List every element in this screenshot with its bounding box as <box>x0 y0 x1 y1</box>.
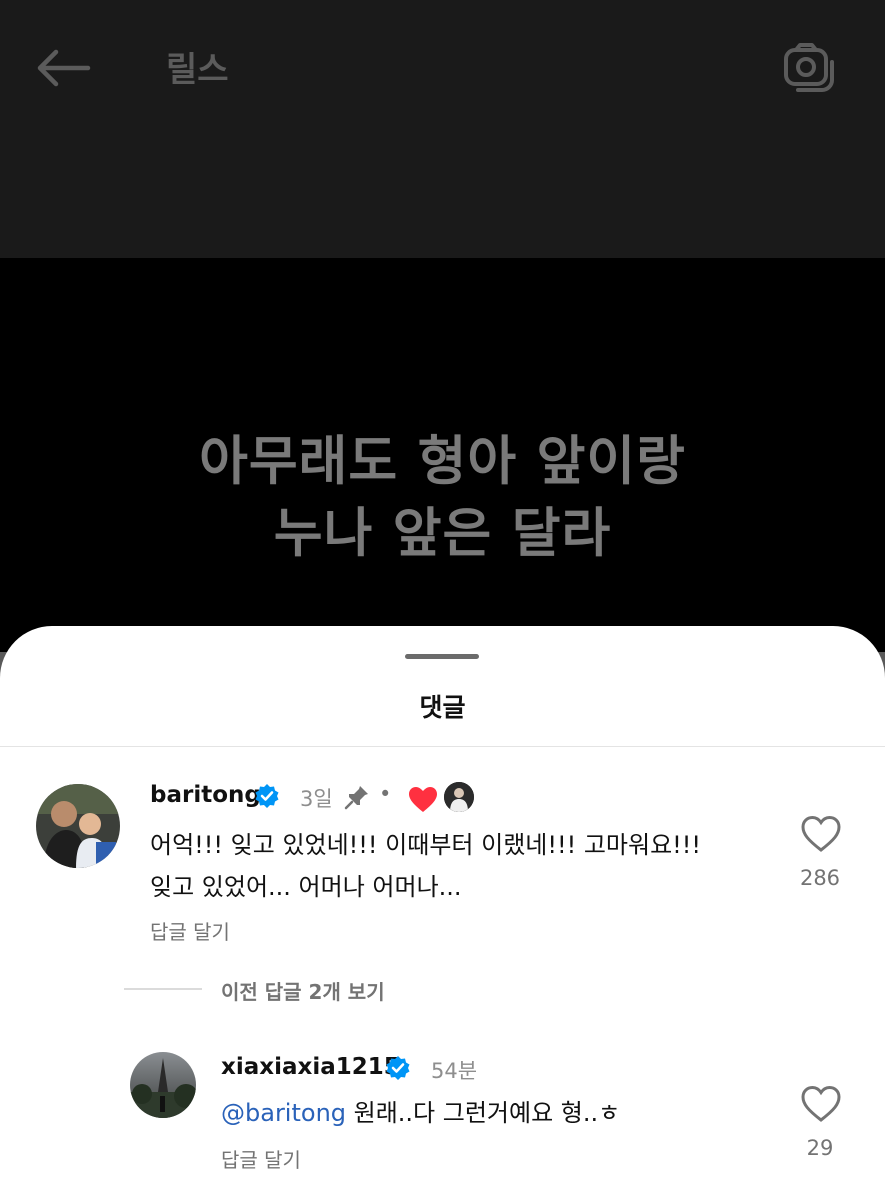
divider <box>0 746 885 747</box>
like-count: 29 <box>806 1136 834 1160</box>
comments-sheet: 댓글 baritong 3일 • 어억!!! 잊고 있었네!!! 이때부터 이랬… <box>0 626 885 1200</box>
avatar-photo-icon <box>130 1052 196 1118</box>
comment-text-line-1: 어억!!! 잊고 있었네!!! 이때부터 이랬네!!! 고마워요!!! <box>150 831 702 859</box>
camera-button[interactable] <box>782 40 838 96</box>
verified-badge-icon <box>386 1056 410 1080</box>
caption-line-1: 아무래도 형아 앞이랑 <box>199 431 686 492</box>
reply-button[interactable]: 답글 달기 <box>221 1144 301 1173</box>
verified-badge-icon <box>255 784 279 808</box>
avatar[interactable] <box>130 1052 196 1118</box>
like-count: 286 <box>799 866 841 890</box>
heart-filled-icon <box>409 787 437 812</box>
page-title: 릴스 <box>166 50 229 90</box>
avatar[interactable] <box>36 784 120 868</box>
view-replies-button[interactable]: 이전 답글 2개 보기 <box>221 976 385 1005</box>
reel-video[interactable]: 아무래도 형아 앞이랑 누나 앞은 달라 <box>0 258 885 658</box>
reply-text: @baritong 원래..다 그런거예요 형..ㅎ <box>221 1092 781 1134</box>
pin-icon <box>344 786 368 810</box>
sheet-title: 댓글 <box>419 693 466 722</box>
comment-text: 어억!!! 잊고 있었네!!! 이때부터 이랬네!!! 고마워요!!! 잊고 있… <box>150 824 770 908</box>
heart-outline-icon[interactable] <box>800 814 842 854</box>
author-avatar-photo-icon <box>444 782 474 812</box>
meta-separator: • <box>379 782 392 806</box>
heart-outline-icon[interactable] <box>800 1084 842 1124</box>
reply-button[interactable]: 답글 달기 <box>150 916 230 945</box>
view-replies-line <box>124 988 202 990</box>
reply-text-body: 원래..다 그런거예요 형..ㅎ <box>346 1099 621 1127</box>
video-caption: 아무래도 형아 앞이랑 누나 앞은 달라 <box>0 426 885 570</box>
reply-username[interactable]: xiaxiaxia1215 <box>221 1054 400 1080</box>
top-bar: 릴스 <box>0 0 885 258</box>
author-avatar <box>444 782 474 812</box>
sheet-drag-handle[interactable] <box>405 654 479 659</box>
reply-time: 54분 <box>431 1059 478 1083</box>
comment-time: 3일 <box>300 787 333 811</box>
avatar-photo-icon <box>36 784 120 868</box>
arrow-left-icon <box>37 49 91 87</box>
camera-icon <box>784 43 834 92</box>
mention-link[interactable]: @baritong <box>221 1099 346 1127</box>
comment-text-line-2: 잊고 있었어... 어머나 어머나... <box>150 873 462 901</box>
back-button[interactable] <box>34 44 94 92</box>
caption-line-2: 누나 앞은 달라 <box>273 503 612 564</box>
comment-username[interactable]: baritong <box>150 782 261 808</box>
